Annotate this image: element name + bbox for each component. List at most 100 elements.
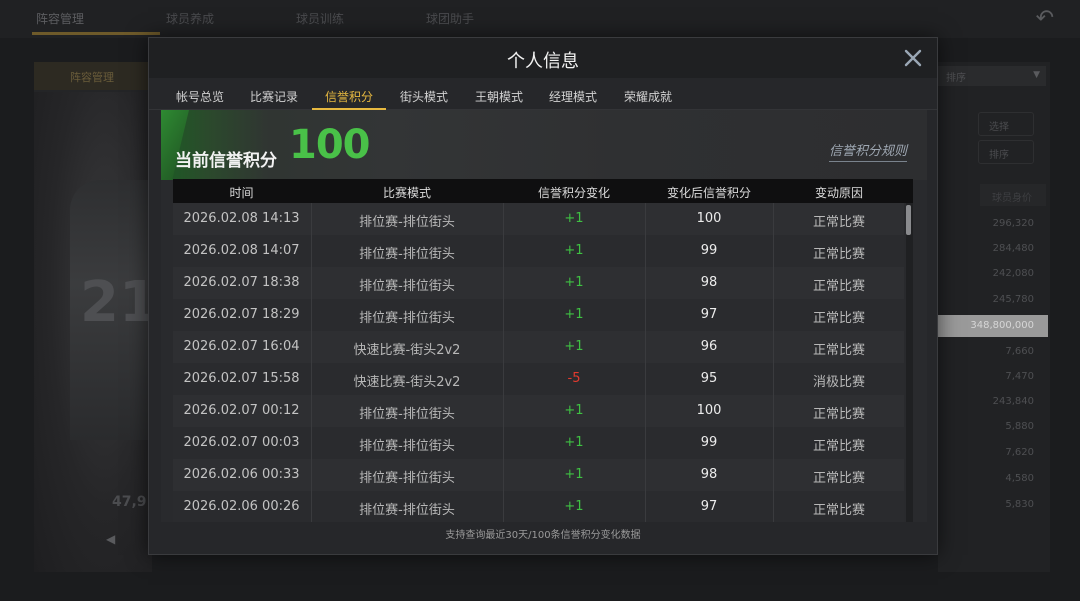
- bg-value: 7,660: [1005, 346, 1034, 357]
- tab-account-overview[interactable]: 帐号总览: [176, 88, 224, 110]
- tab-manager-mode[interactable]: 经理模式: [549, 88, 597, 110]
- bg-tab-helper: 球团助手: [426, 12, 475, 26]
- table-row: 2026.02.07 18:29 排位赛-排位街头 +1 97 正常比赛: [173, 299, 904, 331]
- row-mode: 排位赛-排位街头: [359, 311, 455, 326]
- modal-title: 个人信息: [507, 51, 579, 72]
- bg-value: 5,830: [1005, 499, 1034, 510]
- table-scrollbar[interactable]: [906, 203, 913, 522]
- personal-info-modal: 个人信息 帐号总览 比赛记录 信誉积分 街头模式 王朝模式 经理模式 荣耀成就 …: [148, 37, 938, 555]
- table-row: 2026.02.07 15:58 快速比赛-街头2v2 -5 95 消极比赛: [173, 363, 904, 395]
- row-score-change: +1: [564, 307, 584, 322]
- table-row: 2026.02.06 00:26 排位赛-排位街头 +1 97 正常比赛: [173, 491, 904, 522]
- row-mode: 快速比赛-街头2v2: [353, 343, 461, 358]
- column-divider: [773, 203, 774, 522]
- row-score-after: 98: [700, 467, 718, 482]
- row-time: 2026.02.07 16:04: [183, 339, 300, 354]
- header-time: 时间: [229, 186, 254, 200]
- row-score-after: 96: [700, 339, 718, 354]
- bg-left-arrow-icon: ◀: [106, 532, 116, 546]
- bg-highlight-row: 348,800,000: [938, 315, 1048, 337]
- header-after: 变化后信誉积分: [666, 186, 751, 200]
- bg-value: 284,480: [992, 243, 1034, 254]
- row-reason: 正常比赛: [812, 215, 865, 230]
- back-icon: ↶: [1035, 6, 1054, 31]
- row-time: 2026.02.07 00:12: [183, 403, 300, 418]
- row-time: 2026.02.08 14:13: [183, 211, 300, 226]
- row-time: 2026.02.06 00:26: [183, 499, 300, 514]
- row-score-after: 100: [696, 403, 722, 418]
- tab-match-records[interactable]: 比赛记录: [250, 88, 298, 110]
- row-score-after: 99: [700, 243, 718, 258]
- row-mode: 排位赛-排位街头: [359, 503, 455, 518]
- bg-player-value: 47,9: [112, 494, 147, 510]
- row-time: 2026.02.06 00:33: [183, 467, 300, 482]
- table-row: 2026.02.08 14:07 排位赛-排位街头 +1 99 正常比赛: [173, 235, 904, 267]
- column-divider: [311, 203, 312, 522]
- bg-tab-develop: 球员养成: [166, 12, 215, 26]
- tab-honor-achievements[interactable]: 荣耀成就: [624, 88, 672, 110]
- bg-select-button: 选择: [978, 112, 1034, 136]
- close-icon: [904, 49, 922, 67]
- bg-left-header: 阵容管理: [34, 62, 152, 90]
- row-reason: 正常比赛: [812, 343, 865, 358]
- row-score-after: 95: [700, 371, 718, 386]
- row-reason: 正常比赛: [812, 247, 865, 262]
- bg-sort-button: 排序: [978, 140, 1034, 164]
- bg-jersey-number: 21: [80, 270, 158, 335]
- tab-street-mode[interactable]: 街头模式: [400, 88, 448, 110]
- row-score-after: 98: [700, 275, 718, 290]
- row-score-change: -5: [567, 371, 581, 386]
- bg-value: 242,080: [992, 268, 1034, 279]
- table-row: 2026.02.07 00:12 排位赛-排位街头 +1 100 正常比赛: [173, 395, 904, 427]
- row-reason: 正常比赛: [812, 279, 865, 294]
- row-score-after: 97: [700, 307, 718, 322]
- credit-score-banner: 当前信誉积分 100 信誉积分规则: [161, 110, 927, 180]
- bg-value: 7,620: [1005, 447, 1034, 458]
- table-row: 2026.02.06 00:33 排位赛-排位街头 +1 98 正常比赛: [173, 459, 904, 491]
- row-time: 2026.02.07 00:03: [183, 435, 300, 450]
- row-score-change: +1: [564, 243, 584, 258]
- credit-rules-link[interactable]: 信誉积分规则: [828, 140, 907, 162]
- bg-value: 5,880: [1005, 421, 1034, 432]
- bg-tab-underline: [32, 32, 160, 35]
- row-mode: 快速比赛-街头2v2: [353, 375, 461, 390]
- bg-value: 296,320: [992, 218, 1034, 229]
- row-reason: 消极比赛: [812, 375, 865, 390]
- row-score-change: +1: [564, 499, 584, 514]
- credit-history-table: 时间 比赛模式 信誉积分变化 变化后信誉积分 变动原因 2026.02.08 1…: [173, 179, 913, 522]
- row-reason: 正常比赛: [812, 439, 865, 454]
- table-row: 2026.02.08 14:13 排位赛-排位街头 +1 100 正常比赛: [173, 203, 904, 235]
- row-score-change: +1: [564, 467, 584, 482]
- row-score-change: +1: [564, 211, 584, 226]
- bg-value: 243,840: [992, 396, 1034, 407]
- chevron-down-icon: ▼: [1033, 70, 1040, 80]
- row-mode: 排位赛-排位街头: [359, 471, 455, 486]
- row-mode: 排位赛-排位街头: [359, 247, 455, 262]
- row-score-change: +1: [564, 339, 584, 354]
- scrollbar-thumb[interactable]: [906, 205, 911, 235]
- row-mode: 排位赛-排位街头: [359, 215, 455, 230]
- tab-dynasty-mode[interactable]: 王朝模式: [475, 88, 523, 110]
- tab-credit-score[interactable]: 信誉积分: [325, 88, 373, 110]
- row-score-change: +1: [564, 275, 584, 290]
- close-button[interactable]: [901, 46, 925, 70]
- row-reason: 正常比赛: [812, 503, 865, 518]
- table-header: 时间 比赛模式 信誉积分变化 变化后信誉积分 变动原因: [173, 179, 913, 203]
- modal-tab-bar: 帐号总览 比赛记录 信誉积分 街头模式 王朝模式 经理模式 荣耀成就: [149, 78, 937, 110]
- bg-right-header: 球员身价: [980, 184, 1046, 206]
- credit-score-panel: 当前信誉积分 100 信誉积分规则 时间 比赛模式 信誉积分变化 变化后信誉积分…: [161, 110, 927, 522]
- bg-value: 7,470: [1005, 371, 1034, 382]
- row-time: 2026.02.08 14:07: [183, 243, 300, 258]
- row-score-change: +1: [564, 435, 584, 450]
- bg-tab-lineup: 阵容管理: [36, 12, 85, 26]
- row-time: 2026.02.07 18:29: [183, 307, 300, 322]
- column-divider: [645, 203, 646, 522]
- table-row: 2026.02.07 00:03 排位赛-排位街头 +1 99 正常比赛: [173, 427, 904, 459]
- table-row: 2026.02.07 18:38 排位赛-排位街头 +1 98 正常比赛: [173, 267, 904, 299]
- current-score-label: 当前信誉积分: [175, 151, 277, 171]
- row-score-change: +1: [564, 403, 584, 418]
- row-score-after: 97: [700, 499, 718, 514]
- modal-header: 个人信息: [149, 38, 937, 78]
- table-body[interactable]: 2026.02.08 14:13 排位赛-排位街头 +1 100 正常比赛 2026.02…: [173, 203, 904, 522]
- header-change: 信誉积分变化: [537, 186, 610, 200]
